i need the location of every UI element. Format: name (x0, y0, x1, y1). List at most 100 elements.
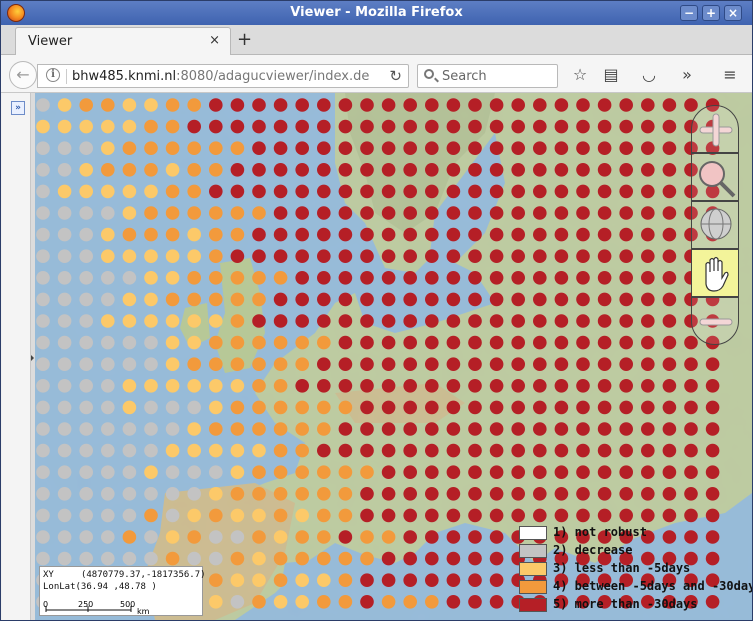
overflow-icon[interactable]: » (676, 64, 698, 86)
grid-dot (230, 357, 245, 372)
grid-dot (597, 379, 612, 393)
grid-dot (619, 357, 633, 372)
zoom-to-extent-button[interactable] (691, 201, 739, 249)
grid-dot (317, 184, 331, 199)
back-button[interactable]: ← (9, 61, 37, 89)
zoom-out-button[interactable] (691, 297, 739, 345)
grid-dot (317, 163, 331, 177)
grid-dot (619, 119, 633, 134)
reload-icon[interactable]: ↻ (389, 67, 402, 85)
grid-dot (489, 551, 504, 566)
hamburger-menu-icon[interactable]: ≡ (719, 64, 741, 86)
grid-dot (165, 314, 180, 328)
grid-dot (295, 141, 310, 155)
grid-dot (597, 227, 612, 242)
pan-button[interactable] (691, 249, 739, 297)
grid-dot (209, 573, 223, 587)
expand-panel-button[interactable]: » (11, 101, 25, 115)
grid-dot (209, 163, 223, 177)
grid-dot (57, 119, 72, 134)
zoom-box-button[interactable] (691, 153, 739, 201)
close-tab-icon[interactable]: × (209, 33, 220, 48)
search-input[interactable] (442, 67, 552, 85)
url-bar[interactable]: i bhw485.knmi.nl:8080/adagucviewer/index… (37, 64, 409, 88)
navigation-toolbar: ← i bhw485.knmi.nl:8080/adagucviewer/ind… (1, 55, 752, 93)
grid-dot (57, 422, 72, 436)
grid-dot (425, 141, 439, 155)
grid-dot (79, 314, 93, 328)
grid-dot (554, 227, 569, 242)
coordinate-readout: XY (4870779.37,-1817356.7) LonLat(36.94 … (39, 566, 206, 616)
grid-dot (403, 551, 418, 566)
grid-dot (403, 443, 418, 458)
grid-dot (209, 141, 223, 155)
grid-dot (101, 141, 115, 155)
grid-dot (295, 163, 310, 177)
grid-dot (144, 379, 158, 393)
grid-dot (295, 184, 310, 199)
reading-list-icon[interactable]: ▤ (600, 64, 622, 86)
grid-dot (252, 98, 266, 112)
grid-dot (662, 379, 677, 393)
grid-dot (468, 119, 482, 134)
maximize-button[interactable]: + (702, 5, 720, 21)
grid-dot (295, 335, 310, 350)
grid-dot (554, 335, 569, 350)
new-tab-button[interactable]: + (237, 29, 252, 50)
scale-tick-250: 250 (78, 600, 93, 609)
grid-dot (165, 98, 180, 112)
grid-dot (446, 530, 461, 544)
grid-dot (662, 508, 677, 523)
grid-dot (252, 508, 266, 523)
grid-dot (273, 271, 288, 285)
grid-dot (554, 379, 569, 393)
tab-viewer[interactable]: Viewer × (15, 27, 231, 55)
grid-dot (684, 508, 698, 523)
grid-dot (511, 271, 525, 285)
grid-dot (252, 357, 266, 372)
grid-dot (403, 119, 418, 134)
grid-dot (662, 400, 677, 415)
grid-dot (554, 465, 569, 480)
grid-dot (230, 292, 245, 307)
grid-dot (554, 508, 569, 523)
grid-dot (511, 422, 525, 436)
grid-dot (425, 335, 439, 350)
grid-dot (122, 141, 137, 155)
grid-dot (360, 292, 374, 307)
grid-dot (144, 487, 158, 501)
grid-dot (36, 206, 50, 220)
grid-dot (576, 400, 590, 415)
zoom-in-button[interactable] (691, 105, 739, 153)
grid-dot (122, 465, 137, 480)
url-text[interactable]: bhw485.knmi.nl:8080/adagucviewer/index.d… (72, 69, 372, 84)
minimize-button[interactable]: − (680, 5, 698, 21)
search-box[interactable] (417, 64, 558, 88)
grid-dot (101, 271, 115, 285)
grid-dot (705, 422, 720, 436)
grid-dot (57, 357, 72, 372)
grid-dot (187, 400, 201, 415)
grid-dot (36, 379, 50, 393)
grid-dot (381, 335, 396, 350)
grid-dot (533, 443, 547, 458)
grid-dot (360, 465, 374, 480)
title-bar[interactable]: Viewer - Mozilla Firefox − + × (1, 1, 752, 25)
grid-dot (360, 249, 374, 263)
grid-dot (295, 271, 310, 285)
pocket-icon[interactable]: ◡ (638, 64, 660, 86)
bookmark-star-icon[interactable]: ☆ (569, 64, 591, 86)
grid-dot (619, 379, 633, 393)
grid-dot (209, 119, 223, 134)
close-window-button[interactable]: × (724, 5, 742, 21)
grid-dot (641, 292, 655, 307)
map-viewport[interactable]: 1) not robust 2) decrease 3) less than -5d… (35, 93, 752, 620)
grid-dot (554, 163, 569, 177)
grid-dot (381, 357, 396, 372)
grid-dot (425, 357, 439, 372)
grid-dot (273, 98, 288, 112)
xy-row: XY (4870779.37,-1817356.7) (43, 570, 206, 580)
grid-dot (576, 357, 590, 372)
grid-dot (187, 292, 201, 307)
info-icon[interactable]: i (46, 68, 60, 82)
